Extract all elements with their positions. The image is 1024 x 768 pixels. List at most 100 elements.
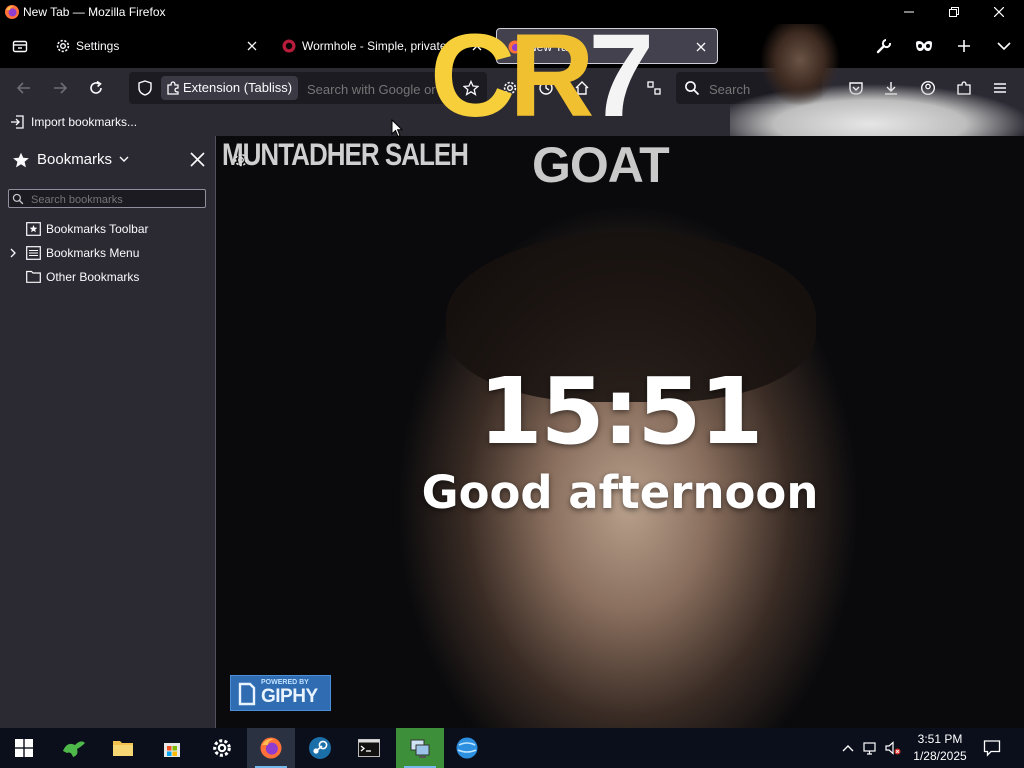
taskbar-clock[interactable]: 3:51 PM 1/28/2025 (908, 731, 972, 765)
giphy-brand-label: GIPHY (261, 686, 318, 707)
taskbar-gecko-app[interactable] (50, 728, 98, 768)
extension-button[interactable] (638, 72, 670, 104)
firefox-view-button[interactable] (4, 30, 36, 62)
import-bookmarks-label: Import bookmarks... (31, 115, 138, 129)
sidebar-item-other-bookmarks[interactable]: Other Bookmarks (0, 266, 215, 288)
giphy-powered-label: POWERED BY (261, 679, 309, 686)
background-credit: MUNTADHER SALEH (222, 136, 469, 172)
mouse-cursor-icon (391, 119, 403, 138)
sidebar-item-bookmarks-menu[interactable]: Bookmarks Menu (0, 242, 215, 264)
taskbar-remote-desktop[interactable] (396, 728, 444, 768)
bookmarks-toolbar: Import bookmarks... (0, 108, 1024, 136)
history-button[interactable] (530, 72, 562, 104)
notifications-icon[interactable] (983, 739, 1001, 757)
import-bookmarks-button[interactable]: Import bookmarks... (10, 113, 137, 131)
identity-box[interactable]: Extension (Tabliss) (161, 76, 299, 100)
download-icon (885, 82, 897, 95)
greeting-text: Good afternoon (421, 466, 819, 519)
home-button[interactable] (566, 72, 598, 104)
taskbar-file-explorer[interactable] (99, 728, 147, 768)
close-icon[interactable] (469, 38, 485, 54)
private-browsing-button[interactable] (908, 30, 940, 62)
bookmarks-search-input[interactable] (29, 190, 203, 209)
giphy-attribution[interactable]: POWERED BY GIPHY (230, 675, 331, 711)
title-bar: New Tab — Mozilla Firefox (0, 0, 1024, 24)
forward-button[interactable] (44, 72, 76, 104)
gear-icon (56, 39, 70, 53)
new-tab-button[interactable] (948, 30, 980, 62)
pocket-icon (849, 82, 863, 95)
close-button[interactable] (976, 0, 1022, 24)
pocket-button[interactable] (840, 72, 872, 104)
account-button[interactable] (912, 72, 944, 104)
back-arrow-icon (16, 82, 30, 94)
back-button[interactable] (8, 72, 40, 104)
search-input[interactable] (707, 72, 819, 106)
extension-wrench-button[interactable] (868, 30, 900, 62)
gear-icon[interactable] (233, 152, 249, 168)
taskbar-settings[interactable] (198, 728, 246, 768)
sidebar-item-bookmarks-toolbar[interactable]: Bookmarks Toolbar (0, 218, 215, 240)
close-icon[interactable] (190, 152, 205, 167)
sidebar-header: Bookmarks (0, 136, 215, 184)
close-icon (994, 7, 1004, 17)
restore-icon (949, 7, 959, 17)
taskbar-microsoft-store[interactable] (148, 728, 196, 768)
start-icon (15, 739, 33, 757)
bookmarks-menu-icon (26, 246, 41, 260)
close-icon[interactable] (693, 39, 709, 55)
file-explorer-icon (113, 741, 133, 756)
account-icon (920, 80, 936, 96)
search-bar[interactable] (676, 72, 822, 106)
settings-toolbar-button[interactable] (494, 72, 526, 104)
taskbar-steam[interactable] (296, 728, 344, 768)
sidebar-title: Bookmarks (37, 151, 113, 168)
chevron-right-icon[interactable] (10, 248, 17, 258)
network-icon[interactable] (862, 740, 878, 756)
bookmarks-toolbar-icon (26, 222, 41, 236)
taskbar-terminal[interactable] (345, 728, 393, 768)
tab-strip: Settings Wormhole - Simple, private file… (0, 24, 1024, 68)
downloads-button[interactable] (875, 72, 907, 104)
restore-button[interactable] (931, 0, 977, 24)
steam-icon (309, 737, 331, 759)
bookmarks-search-box[interactable] (8, 189, 206, 209)
settings-icon (213, 739, 231, 757)
app-menu-button[interactable] (984, 72, 1016, 104)
tab-wormhole[interactable]: Wormhole - Simple, private file (271, 28, 495, 64)
chevron-up-icon[interactable] (840, 740, 856, 756)
puzzle-piece-icon (957, 81, 971, 95)
close-icon[interactable] (244, 38, 260, 54)
extensions-menu-button[interactable] (948, 72, 980, 104)
search-icon (12, 193, 24, 205)
taskbar-firefox[interactable] (247, 728, 295, 768)
bookmark-star-icon[interactable] (463, 80, 479, 96)
tab-settings[interactable]: Settings (45, 28, 269, 64)
list-all-tabs-button[interactable] (988, 30, 1020, 62)
minimize-button[interactable] (886, 0, 932, 24)
fullscreen-button[interactable] (603, 72, 635, 104)
background-caption: GOAT (532, 137, 670, 193)
forward-arrow-icon (54, 82, 68, 94)
gear-icon (503, 81, 517, 95)
clock-time: 15:51 (478, 358, 764, 465)
home-icon (575, 81, 589, 95)
firefox-view-icon (12, 40, 28, 53)
mask-icon (916, 41, 932, 51)
plus-icon (958, 40, 970, 52)
taskbar-globe-app[interactable] (443, 728, 491, 768)
start-button[interactable] (0, 728, 48, 768)
identity-label: Extension (Tabliss) (183, 80, 293, 95)
bookmarks-sidebar: Bookmarks Bookmarks Toolbar Bookmarks Me… (0, 136, 216, 728)
url-input[interactable] (305, 72, 459, 104)
navigation-toolbar: Extension (Tabliss) (0, 68, 1024, 108)
tab-new-tab[interactable]: New Tab (496, 28, 718, 64)
url-bar[interactable]: Extension (Tabliss) (129, 72, 487, 104)
shield-icon[interactable] (137, 80, 153, 96)
reload-button[interactable] (80, 72, 112, 104)
puzzle-piece-icon (167, 81, 179, 95)
taskbar-date: 1/28/2025 (913, 749, 967, 763)
chevron-down-icon (997, 42, 1011, 51)
expand-icon (612, 81, 626, 95)
speaker-muted-icon[interactable] (885, 740, 901, 756)
